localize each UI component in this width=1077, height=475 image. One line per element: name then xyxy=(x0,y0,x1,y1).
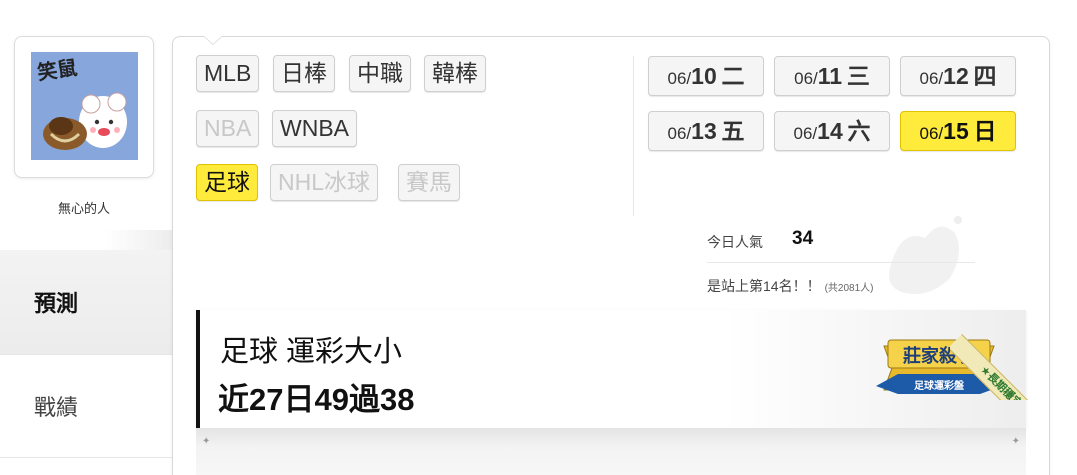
sidebar-item-label: 戰績 xyxy=(34,395,79,420)
filter-nhl: NHL冰球 xyxy=(270,164,379,201)
popularity-value: 34 xyxy=(792,228,814,249)
filter-npb[interactable]: 日棒 xyxy=(273,55,335,92)
filter-horse-racing: 賽馬 xyxy=(398,164,460,201)
avatar[interactable]: 笑鼠 xyxy=(31,52,138,160)
popularity-divider xyxy=(707,262,975,263)
username[interactable]: 無心的人 xyxy=(14,198,154,217)
date-0614[interactable]: 06/14 六 xyxy=(774,111,890,151)
rank-total: (共2081人) xyxy=(824,283,874,294)
filter-kbo[interactable]: 韓棒 xyxy=(424,55,486,92)
pin-icon: ✦ xyxy=(202,436,211,447)
date-0612[interactable]: 06/12 四 xyxy=(900,56,1016,96)
prediction-type: 足球 運彩大小 xyxy=(220,336,403,368)
rank-text: 是站上第14名！！ (共2081人) xyxy=(707,278,874,294)
filter-soccer[interactable]: 足球 xyxy=(196,164,258,201)
filter-mlb[interactable]: MLB xyxy=(196,55,260,92)
pin-icon: ✦ xyxy=(1011,436,1020,447)
prediction-record: 近27日49過38 xyxy=(218,382,415,417)
ribbon-label: ★長期穩定★ xyxy=(950,334,1056,400)
filter-wnba[interactable]: WNBA xyxy=(272,110,357,147)
corner-ribbon: ★長期穩定★ xyxy=(950,300,1056,400)
sidebar-separator xyxy=(0,230,174,250)
sidebar-item-record[interactable]: 戰績 xyxy=(0,354,172,458)
date-0610[interactable]: 06/10 二 xyxy=(648,56,764,96)
filter-nba: NBA xyxy=(196,110,260,147)
sidebar-item-label: 預測 xyxy=(34,291,79,316)
watermark-icon xyxy=(889,216,962,294)
sidebar-item-predict[interactable]: 預測 xyxy=(0,250,172,354)
avatar-caption: 笑鼠 xyxy=(35,55,79,85)
avatar-card[interactable]: 笑鼠 xyxy=(14,36,154,178)
date-0615[interactable]: 06/15 日 xyxy=(900,111,1016,151)
popularity-label: 今日人氣 xyxy=(707,234,763,250)
date-0611[interactable]: 06/11 三 xyxy=(774,56,890,96)
date-0613[interactable]: 06/13 五 xyxy=(648,111,764,151)
panel-notch xyxy=(203,36,223,46)
filter-cpbl[interactable]: 中職 xyxy=(349,55,411,92)
filter-divider xyxy=(633,56,634,216)
lower-panel: ✦ ✦ xyxy=(196,428,1026,475)
